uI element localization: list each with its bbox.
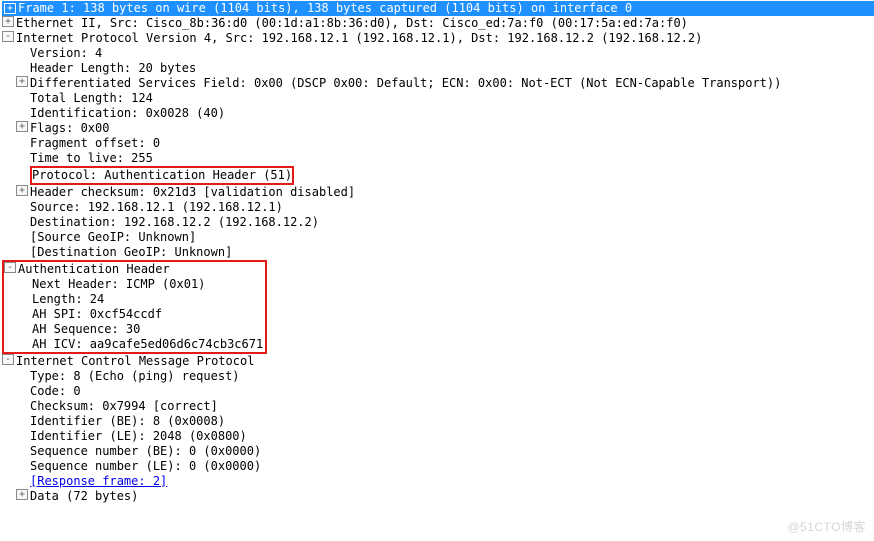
ip-protocol-row[interactable]: Protocol: Authentication Header (51) [2,166,874,185]
ip-summary: Internet Protocol Version 4, Src: 192.16… [16,31,702,46]
ip-version-row[interactable]: Version: 4 [2,46,874,61]
ip-checksum-row[interactable]: + Header checksum: 0x21d3 [validation di… [2,185,874,200]
expand-icon[interactable]: + [4,3,16,14]
ah-icv-row[interactable]: AH ICV: aa9cafe5ed06d6c74cb3c671 [4,337,263,352]
expand-icon[interactable]: + [16,76,28,87]
frame-row[interactable]: + Frame 1: 138 bytes on wire (1104 bits)… [2,1,874,16]
ip-row[interactable]: - Internet Protocol Version 4, Src: 192.… [2,31,874,46]
icmp-summary: Internet Control Message Protocol [16,354,254,369]
ip-dsfield: Differentiated Services Field: 0x00 (DSC… [30,76,781,91]
ethernet-row[interactable]: + Ethernet II, Src: Cisco_8b:36:d0 (00:1… [2,16,874,31]
response-frame-link[interactable]: [Response frame: 2] [30,474,167,489]
ah-next-header: Next Header: ICMP (0x01) [32,277,205,292]
ip-ttl: Time to live: 255 [30,151,153,166]
ethernet-summary: Ethernet II, Src: Cisco_8b:36:d0 (00:1d:… [16,16,688,31]
icmp-id-le-row[interactable]: Identifier (LE): 2048 (0x0800) [2,429,874,444]
icmp-seq-be: Sequence number (BE): 0 (0x0000) [30,444,261,459]
expand-icon[interactable]: + [16,185,28,196]
icmp-checksum: Checksum: 0x7994 [correct] [30,399,218,414]
icmp-response-link-row[interactable]: [Response frame: 2] [2,474,874,489]
ip-flags-row[interactable]: + Flags: 0x00 [2,121,874,136]
ip-dst-geoip-row[interactable]: [Destination GeoIP: Unknown] [2,245,874,260]
icmp-type: Type: 8 (Echo (ping) request) [30,369,240,384]
ip-dsfield-row[interactable]: + Differentiated Services Field: 0x00 (D… [2,76,874,91]
icmp-row[interactable]: - Internet Control Message Protocol [2,354,874,369]
ip-source: Source: 192.168.12.1 (192.168.12.1) [30,200,283,215]
ip-frag-offset: Fragment offset: 0 [30,136,160,151]
icmp-seq-le: Sequence number (LE): 0 (0x0000) [30,459,261,474]
ip-hlen-row[interactable]: Header Length: 20 bytes [2,61,874,76]
ah-spi-row[interactable]: AH SPI: 0xcf54ccdf [4,307,263,322]
ip-checksum: Header checksum: 0x21d3 [validation disa… [30,185,355,200]
ah-row[interactable]: - Authentication Header [4,262,263,277]
ip-destination-row[interactable]: Destination: 192.168.12.2 (192.168.12.2) [2,215,874,230]
packet-details-tree: + Frame 1: 138 bytes on wire (1104 bits)… [0,0,874,504]
collapse-icon[interactable]: - [4,262,16,273]
icmp-id-le: Identifier (LE): 2048 (0x0800) [30,429,247,444]
ip-identification: Identification: 0x0028 (40) [30,106,225,121]
expand-icon[interactable]: + [16,489,28,500]
ip-header-length: Header Length: 20 bytes [30,61,196,76]
expand-icon[interactable]: + [16,121,28,132]
frame-summary: Frame 1: 138 bytes on wire (1104 bits), … [18,1,632,16]
ip-destination: Destination: 192.168.12.2 (192.168.12.2) [30,215,319,230]
watermark-text: @51CTO博客 [787,520,866,535]
icmp-checksum-row[interactable]: Checksum: 0x7994 [correct] [2,399,874,414]
ah-icv: AH ICV: aa9cafe5ed06d6c74cb3c671 [32,337,263,352]
ip-version: Version: 4 [30,46,102,61]
ah-seq-row[interactable]: AH Sequence: 30 [4,322,263,337]
ah-length: Length: 24 [32,292,104,307]
ah-spi: AH SPI: 0xcf54ccdf [32,307,162,322]
data-summary: Data (72 bytes) [30,489,138,504]
ip-fragoff-row[interactable]: Fragment offset: 0 [2,136,874,151]
ip-protocol-highlight: Protocol: Authentication Header (51) [30,166,294,185]
ah-next-header-row[interactable]: Next Header: ICMP (0x01) [4,277,263,292]
auth-header-highlight-block: - Authentication Header Next Header: ICM… [2,260,267,354]
collapse-icon[interactable]: - [2,31,14,42]
expand-icon[interactable]: + [2,16,14,27]
ah-summary: Authentication Header [18,262,170,277]
ip-ttl-row[interactable]: Time to live: 255 [2,151,874,166]
ip-totallen-row[interactable]: Total Length: 124 [2,91,874,106]
ah-sequence: AH Sequence: 30 [32,322,140,337]
ip-src-geoip-row[interactable]: [Source GeoIP: Unknown] [2,230,874,245]
ip-id-row[interactable]: Identification: 0x0028 (40) [2,106,874,121]
icmp-type-row[interactable]: Type: 8 (Echo (ping) request) [2,369,874,384]
icmp-code-row[interactable]: Code: 0 [2,384,874,399]
ip-flags: Flags: 0x00 [30,121,109,136]
icmp-seq-be-row[interactable]: Sequence number (BE): 0 (0x0000) [2,444,874,459]
collapse-icon[interactable]: - [2,354,14,365]
icmp-id-be: Identifier (BE): 8 (0x0008) [30,414,225,429]
icmp-seq-le-row[interactable]: Sequence number (LE): 0 (0x0000) [2,459,874,474]
ip-total-length: Total Length: 124 [30,91,153,106]
ah-length-row[interactable]: Length: 24 [4,292,263,307]
ip-source-row[interactable]: Source: 192.168.12.1 (192.168.12.1) [2,200,874,215]
icmp-code: Code: 0 [30,384,81,399]
icmp-id-be-row[interactable]: Identifier (BE): 8 (0x0008) [2,414,874,429]
ip-dst-geoip: [Destination GeoIP: Unknown] [30,245,232,260]
data-row[interactable]: + Data (72 bytes) [2,489,874,504]
ip-src-geoip: [Source GeoIP: Unknown] [30,230,196,245]
